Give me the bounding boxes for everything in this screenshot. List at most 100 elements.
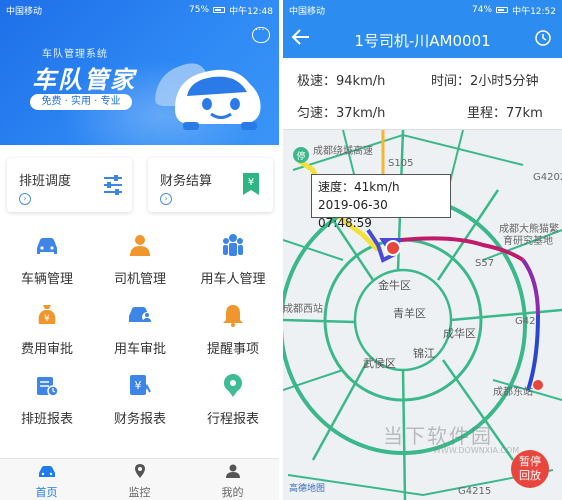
nav-monitor[interactable]: 监控 (93, 459, 186, 500)
vehicle-management-button[interactable]: 车辆管理 (2, 232, 92, 292)
timestamp: 2019-06-30 07:48:59 (318, 198, 388, 230)
avg-speed-stat: 匀速：37km/h (297, 102, 385, 121)
schedule-card-label: 排班调度 (19, 174, 72, 189)
watermark-text: 当下软件园 (383, 424, 493, 448)
grid-label: 费用审批 (20, 342, 73, 357)
trip-stats: 极速：94km/h 时间：2小时5分钟 匀速：37km/h 里程：77km (283, 58, 562, 130)
expense-approval-button[interactable]: ¥ 费用审批 (2, 302, 92, 362)
replay-header: 中国移动 74% 中午12:52 1号司机-川AM0001 (283, 0, 562, 58)
trip-report-icon (224, 374, 242, 397)
grid-label: 用车审批 (113, 342, 166, 357)
watermark-url: WWW.DOWNXIA.COM (433, 446, 520, 455)
map-provider-logo: 高德地图 (289, 484, 326, 494)
replay-clock-icon[interactable] (534, 29, 552, 47)
passenger-management-button[interactable]: 用车人管理 (188, 232, 278, 292)
carrier-label: 中国移动 (6, 6, 43, 17)
replay-label: 回放 (519, 469, 541, 482)
car-user-icon (129, 307, 152, 322)
map-label: G42 (515, 316, 536, 327)
grid-label: 财务报表 (113, 412, 166, 427)
finance-card[interactable]: 财务结算 › ¥ (148, 158, 273, 212)
reminders-button[interactable]: 提醒事项 (188, 302, 278, 362)
nav-home[interactable]: 首页 (0, 459, 93, 500)
bottom-nav: 首页 监控 我的 (0, 458, 279, 500)
car-use-approval-button[interactable]: 用车审批 (95, 302, 185, 362)
finance-report-icon: ¥ (130, 375, 151, 395)
finance-card-label: 财务结算 (160, 174, 213, 189)
map-label: G4202 (533, 172, 562, 183)
max-speed-value: 94km/h (336, 74, 386, 89)
car-mascot-icon (155, 63, 261, 130)
grid-label: 司机管理 (113, 272, 166, 287)
sliders-icon (104, 175, 122, 195)
map-label: 金牛区 (378, 279, 411, 292)
chevron-right-icon: › (19, 193, 31, 205)
yuan-bookmark-icon: ¥ (243, 173, 259, 195)
location-pin-icon (134, 464, 145, 478)
grid-label: 车辆管理 (20, 272, 73, 287)
map-label: 成都绕城高速 (313, 146, 373, 157)
finance-report-button[interactable]: ¥ 财务报表 (95, 372, 185, 432)
distance-stat: 里程：77km (467, 102, 543, 121)
max-speed-label: 极速： (297, 74, 337, 89)
car-icon (37, 238, 57, 254)
trip-replay-screen: 中国移动 74% 中午12:52 1号司机-川AM0001 极速：94km/h … (283, 0, 562, 500)
nav-label: 首页 (35, 486, 58, 499)
max-speed-stat: 极速：94km/h (297, 70, 385, 89)
map-label: 武侯区 (363, 357, 396, 370)
app-name: 车队管家 (32, 66, 136, 94)
clock-label: 中午12:48 (229, 6, 273, 17)
svg-text:¥: ¥ (44, 314, 50, 324)
schedule-report-button[interactable]: 排班报表 (2, 372, 92, 432)
map-label: S105 (388, 158, 414, 169)
page-title: 1号司机-川AM0001 (354, 32, 491, 50)
map-label: 锦江 (413, 347, 435, 360)
avg-speed-value: 37km/h (336, 106, 386, 121)
pause-replay-button[interactable]: 暂停 回放 (511, 450, 549, 488)
message-icon[interactable] (252, 25, 270, 43)
trip-report-button[interactable]: 行程报表 (188, 372, 278, 432)
speed-value: 41km/h (354, 180, 400, 194)
distance-label: 里程： (467, 106, 507, 121)
status-bar: 中国移动 75% 中午12:48 (0, 0, 279, 20)
nav-label: 我的 (221, 486, 244, 499)
start-marker-text: 停 (296, 150, 305, 162)
map-label: 成都西站 (283, 304, 323, 315)
map-label: G4215 (458, 486, 492, 497)
bell-icon (223, 305, 243, 327)
map-label: 青羊区 (393, 307, 426, 320)
status-bar: 中国移动 74% 中午12:52 (283, 0, 562, 20)
svg-text:¥: ¥ (135, 379, 142, 392)
duration-value: 2小时5分钟 (470, 74, 539, 89)
driver-management-button[interactable]: 司机管理 (95, 232, 185, 292)
trip-map[interactable]: 停 成都绕城高速 S105 G5 G4202 成都大熊猫繁 育研究基地 S57 … (283, 130, 562, 500)
map-label: 成华区 (443, 327, 476, 340)
driver-icon (130, 235, 150, 256)
system-name: 车队管理系统 (42, 49, 108, 60)
grid-label: 行程报表 (206, 412, 259, 427)
schedule-report-icon (37, 377, 59, 397)
battery-icon (496, 7, 509, 13)
battery-percent: 75% (189, 5, 210, 15)
schedule-card[interactable]: 排班调度 › (7, 158, 132, 212)
pause-label: 暂停 (519, 455, 541, 468)
map-label: 成都东站 (493, 387, 533, 398)
distance-value: 77km (506, 106, 543, 121)
users-icon (223, 234, 243, 256)
grid-label: 用车人管理 (200, 272, 266, 287)
grid-label: 提醒事项 (206, 342, 259, 357)
nav-profile[interactable]: 我的 (186, 459, 279, 500)
battery-icon (213, 7, 226, 13)
battery-percent: 74% (472, 5, 493, 15)
money-bag-icon: ¥ (38, 305, 56, 324)
grid-label: 排班报表 (20, 412, 73, 427)
speed-label: 速度： (318, 180, 355, 194)
home-screen: 中国移动 75% 中午12:48 车队管理系统 车队管家 免费 · 实用 · 专… (0, 0, 279, 500)
clock-label: 中午12:52 (512, 6, 556, 17)
avg-speed-label: 匀速： (297, 106, 337, 121)
map-label: S57 (475, 258, 495, 269)
duration-label: 时间： (431, 74, 471, 89)
car-home-icon (38, 466, 55, 477)
app-slogan: 免费 · 实用 · 专业 (30, 94, 132, 110)
speed-tooltip: 速度：41km/h 2019-06-30 07:48:59 (311, 174, 451, 230)
